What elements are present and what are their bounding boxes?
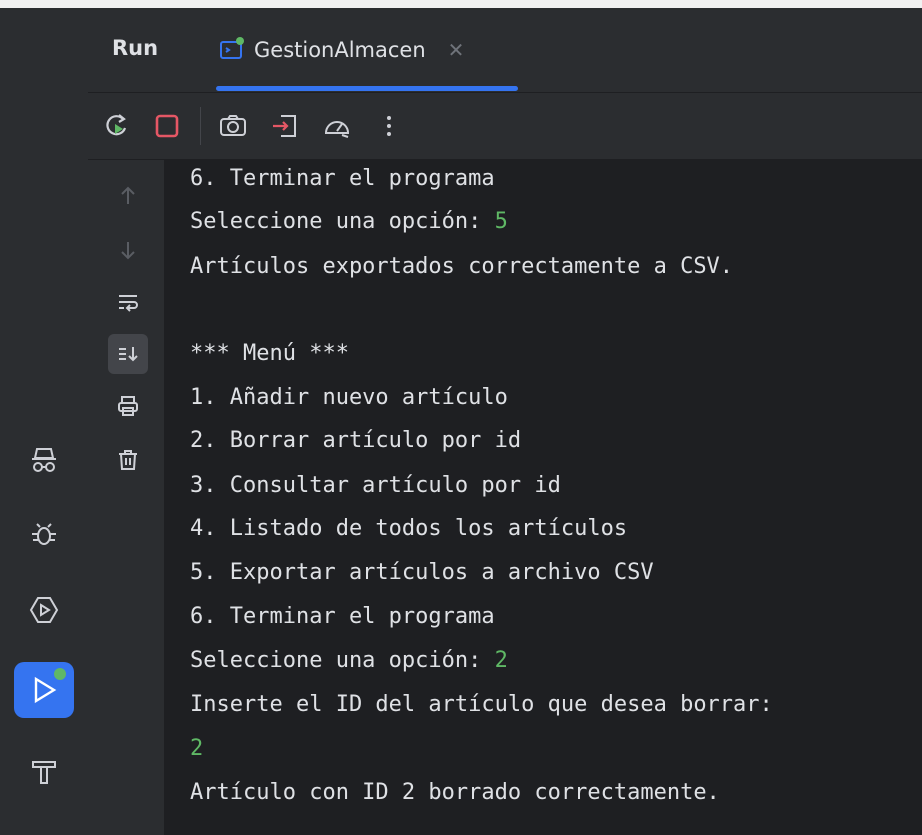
console-line: 2. Borrar artículo por id (190, 428, 522, 453)
arrow-up-icon[interactable] (108, 176, 148, 216)
console-line: 6. Terminar el programa (190, 166, 495, 191)
tab-label: GestionAlmacen (254, 38, 426, 62)
profiler-icon[interactable] (320, 109, 354, 143)
console-line: *** Menú *** (190, 341, 349, 366)
bug-icon[interactable] (14, 506, 74, 562)
build-hammer-icon[interactable] (14, 744, 74, 800)
stop-icon[interactable] (150, 109, 184, 143)
active-tab-indicator (216, 86, 518, 91)
console-line: 5. Exportar artículos a archivo CSV (190, 560, 654, 585)
user-input: 2 (190, 736, 204, 761)
services-icon[interactable] (14, 582, 74, 638)
console-line: 3. Consultar artículo por id (190, 473, 561, 498)
console-line: 6. Terminar el programa (190, 604, 495, 629)
console-line: Artículos exportados correctamente a CSV… (190, 254, 734, 279)
console-line: Seleccione una opción: 2 (190, 648, 508, 673)
run-tool-button[interactable] (14, 662, 74, 718)
console-line: 2 (190, 734, 203, 764)
toolbar-separator (200, 107, 201, 145)
arrow-down-icon[interactable] (108, 230, 148, 270)
print-icon[interactable] (108, 386, 148, 426)
user-input: 5 (494, 209, 508, 234)
tab-gestionalmacen[interactable]: GestionAlmacen ✕ (218, 32, 464, 68)
console-line: 4. Listado de todos los artículos (190, 516, 628, 541)
ide-window: Run GestionAlmacen ✕ 6. Terminar el prog… (0, 0, 922, 835)
scroll-to-end-icon[interactable] (108, 334, 148, 374)
console-line: 1. Añadir nuevo artículo (190, 385, 508, 410)
console-line: Artículo con ID 2 borrado correctamente. (190, 780, 720, 805)
console-line: Seleccione una opción: 5 (190, 209, 508, 234)
left-tool-window-bar (0, 8, 89, 835)
rerun-icon[interactable] (100, 109, 134, 143)
trash-icon[interactable] (108, 440, 148, 480)
user-input: 2 (494, 648, 508, 673)
console-line: Inserte el ID del artículo que desea bor… (190, 692, 773, 717)
run-toolbar (88, 93, 922, 160)
console-output[interactable]: 6. Terminar el programa Seleccione una o… (164, 160, 922, 835)
more-icon[interactable] (372, 109, 406, 143)
incognito-icon[interactable] (14, 432, 74, 488)
console-gutter (88, 160, 164, 835)
run-tab-bar: Run GestionAlmacen ✕ (88, 8, 922, 93)
camera-icon[interactable] (216, 109, 250, 143)
run-config-icon (220, 37, 244, 59)
soft-wrap-icon[interactable] (108, 282, 148, 322)
run-title: Run (112, 36, 159, 60)
run-icon (34, 676, 57, 704)
window-top-edge (0, 0, 922, 8)
exit-icon[interactable] (268, 109, 302, 143)
close-icon[interactable]: ✕ (448, 38, 465, 62)
running-indicator (54, 668, 66, 680)
